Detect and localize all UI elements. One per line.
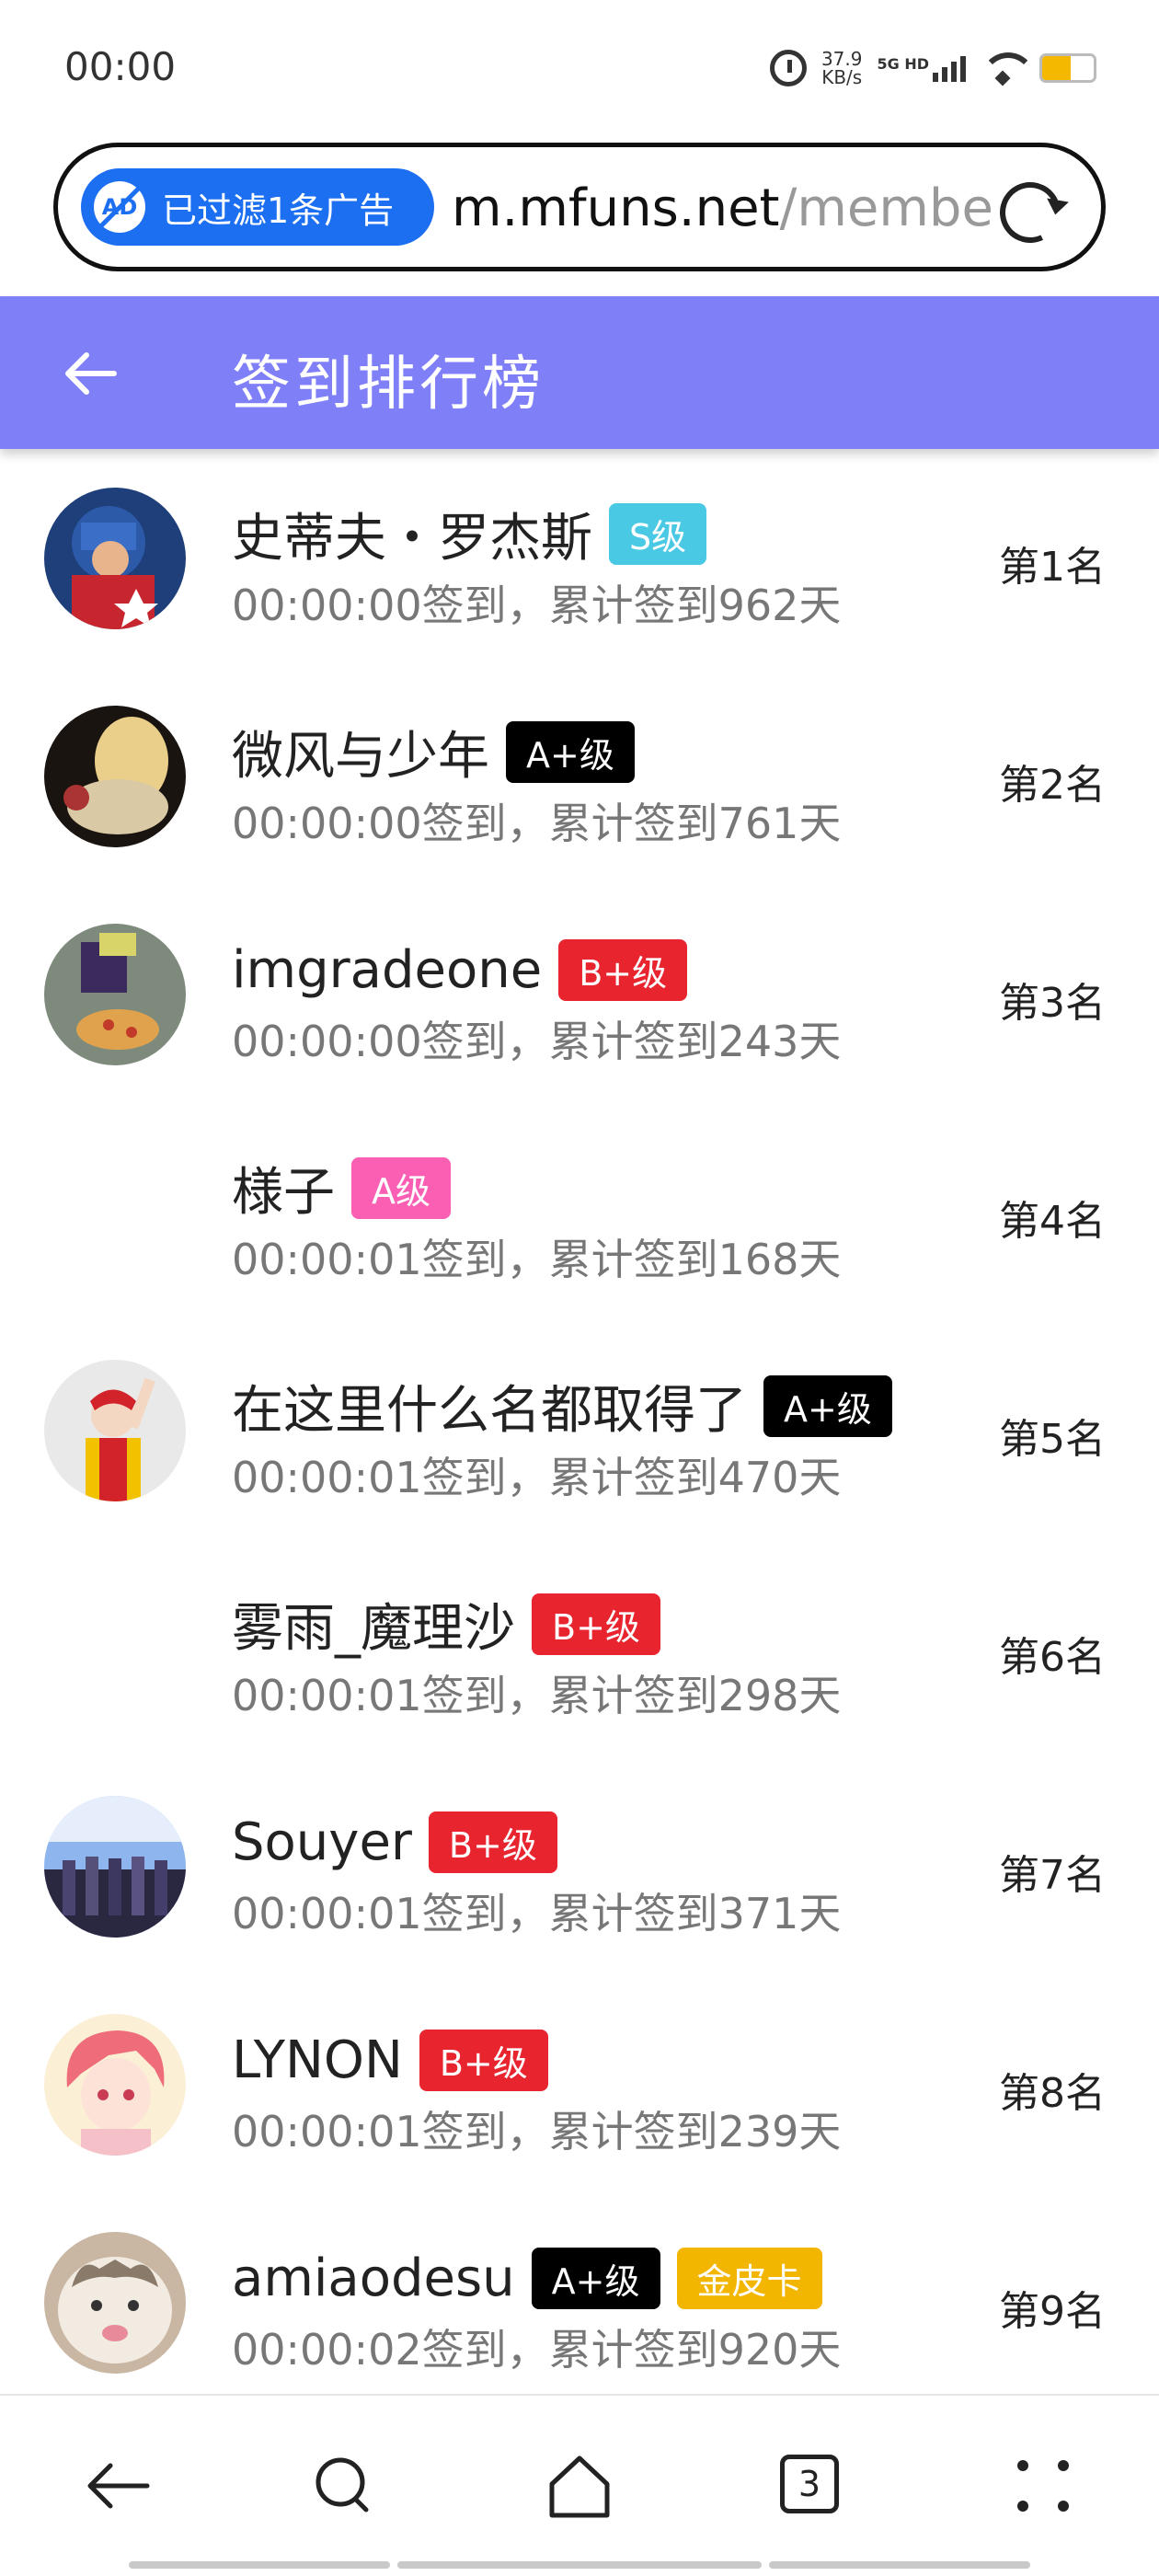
ranking-row[interactable]: 史蒂夫・罗杰斯 S级 00:00:00签到，累计签到962天 第1名 — [0, 451, 1159, 669]
ranking-row[interactable]: 微风与少年 A+级 00:00:00签到，累计签到761天 第2名 — [0, 669, 1159, 887]
net-speed-unit: KB/s — [821, 66, 863, 88]
user-name[interactable]: 様子 — [232, 1151, 335, 1225]
name-line: 様子 A级 — [232, 1151, 451, 1225]
level-badge: S级 — [609, 502, 707, 565]
checkin-info: 00:00:01签到，累计签到298天 — [232, 1671, 842, 1720]
level-badge: B+级 — [428, 1811, 557, 1873]
rank-label: 第6名 — [999, 1634, 1106, 1681]
back-icon[interactable] — [81, 2449, 155, 2523]
ad-block-icon: AD — [94, 181, 145, 233]
status-icons: 37.9 KB/s 5G HD — [769, 50, 1096, 86]
browser-bottom-nav: 3 — [0, 2394, 1159, 2576]
level-badge: B+级 — [558, 938, 688, 1001]
status-bar: 00:00 37.9 KB/s 5G HD — [0, 0, 1159, 138]
level-badge: B+级 — [532, 1593, 660, 1655]
ranking-row[interactable]: Souyer B+级 00:00:01签到，累计签到371天 第7名 — [0, 1759, 1159, 1977]
user-name[interactable]: 微风与少年 — [232, 715, 489, 789]
signal-icon — [933, 54, 966, 82]
avatar[interactable] — [44, 1796, 186, 1938]
ranking-row[interactable]: LYNON B+级 00:00:01签到，累计签到239天 第8名 — [0, 1977, 1159, 2195]
tabs-icon[interactable]: 3 — [775, 2449, 848, 2523]
checkin-info: 00:00:01签到，累计签到239天 — [232, 2107, 842, 2156]
checkin-info: 00:00:00签到，累计签到962天 — [232, 581, 842, 630]
level-badge: A+级 — [506, 720, 635, 783]
user-name[interactable]: imgradeone — [232, 940, 542, 1000]
avatar[interactable] — [44, 1360, 186, 1501]
wifi-icon — [981, 52, 1036, 84]
name-line: 史蒂夫・罗杰斯 S级 — [232, 497, 707, 571]
level-badge: B+级 — [419, 2029, 548, 2091]
ranking-row[interactable]: amiaodesu A+级 金皮卡 00:00:02签到，累计签到920天 第9… — [0, 2195, 1159, 2413]
search-icon[interactable] — [307, 2449, 381, 2523]
rank-label: 第3名 — [999, 980, 1106, 1027]
checkin-info: 00:00:00签到，累计签到761天 — [232, 799, 842, 848]
level-badge: A+级 — [531, 2247, 660, 2309]
checkin-info: 00:00:02签到，累计签到920天 — [232, 2325, 842, 2375]
ranking-row[interactable]: 雾雨_魔理沙 B+级 00:00:01签到，累计签到298天 第6名 — [0, 1541, 1159, 1759]
gesture-bar — [397, 2561, 762, 2569]
user-name[interactable]: amiaodesu — [232, 2248, 515, 2308]
ad-filter-text: 已过滤1条广告 — [162, 190, 395, 231]
name-line: amiaodesu A+级 金皮卡 — [232, 2241, 822, 2315]
name-line: 微风与少年 A+级 — [232, 715, 635, 788]
address-bar[interactable]: AD 已过滤1条广告 m.mfuns.net/membe — [53, 143, 1106, 271]
name-line: LYNON B+级 — [232, 2023, 548, 2097]
status-time: 00:00 — [64, 44, 177, 89]
rank-label: 第8名 — [999, 2070, 1106, 2117]
level-badge: A+级 — [763, 1374, 892, 1437]
name-line: 在这里什么名都取得了 A+级 — [232, 1369, 892, 1443]
rank-label: 第7名 — [999, 1852, 1106, 1899]
battery-icon — [1039, 53, 1096, 83]
avatar[interactable] — [44, 488, 186, 629]
gold-card-badge: 金皮卡 — [676, 2247, 822, 2309]
battery-level — [1042, 56, 1071, 80]
net-speed-value: 37.9 — [820, 48, 863, 70]
checkin-info: 00:00:00签到，累计签到243天 — [232, 1017, 842, 1066]
ranking-row[interactable]: 在这里什么名都取得了 A+级 00:00:01签到，累计签到470天 第5名 — [0, 1323, 1159, 1541]
url-path: /membe — [779, 178, 993, 238]
net-speed: 37.9 KB/s — [821, 50, 863, 86]
user-name[interactable]: 在这里什么名都取得了 — [232, 1369, 747, 1443]
page-header: 签到排行榜 — [0, 296, 1159, 449]
rank-label: 第1名 — [999, 544, 1106, 591]
gesture-bar — [769, 2561, 1030, 2569]
menu-icon[interactable] — [1006, 2449, 1080, 2523]
level-badge: A级 — [351, 1156, 451, 1219]
page-title: 签到排行榜 — [232, 351, 545, 419]
ranking-list: 史蒂夫・罗杰斯 S级 00:00:00签到，累计签到962天 第1名 微风与少年… — [0, 451, 1159, 2413]
user-name[interactable]: 史蒂夫・罗杰斯 — [232, 497, 592, 571]
alarm-icon — [769, 50, 807, 86]
avatar[interactable] — [44, 2014, 186, 2156]
ranking-row[interactable]: 様子 A级 00:00:01签到，累计签到168天 第4名 — [0, 1105, 1159, 1323]
checkin-info: 00:00:01签到，累计签到470天 — [232, 1453, 842, 1502]
user-name[interactable]: 雾雨_魔理沙 — [232, 1587, 515, 1662]
avatar[interactable] — [44, 706, 186, 847]
rank-label: 第9名 — [999, 2288, 1106, 2335]
rank-label: 第2名 — [999, 762, 1106, 809]
avatar[interactable] — [44, 924, 186, 1065]
avatar[interactable] — [44, 2232, 186, 2374]
network-type: 5G HD — [877, 55, 929, 73]
name-line: imgradeone B+级 — [232, 933, 688, 1006]
name-line: Souyer B+级 — [232, 1805, 557, 1879]
ranking-row[interactable]: imgradeone B+级 00:00:00签到，累计签到243天 第3名 — [0, 887, 1159, 1105]
home-icon[interactable] — [543, 2449, 616, 2523]
name-line: 雾雨_魔理沙 B+级 — [232, 1587, 660, 1661]
user-name[interactable]: LYNON — [232, 2030, 403, 2090]
ad-icon-text: AD — [101, 194, 138, 220]
back-arrow-icon[interactable] — [61, 344, 120, 403]
ad-filter-pill[interactable]: AD 已过滤1条广告 — [81, 168, 434, 246]
checkin-info: 00:00:01签到，累计签到168天 — [232, 1235, 842, 1284]
url-host: m.mfuns.net — [452, 178, 780, 238]
gesture-bar — [129, 2561, 390, 2569]
tab-count: 3 — [780, 2455, 839, 2513]
rank-label: 第5名 — [999, 1416, 1106, 1463]
rank-label: 第4名 — [999, 1198, 1106, 1245]
user-name[interactable]: Souyer — [232, 1812, 412, 1872]
checkin-info: 00:00:01签到，累计签到371天 — [232, 1889, 842, 1938]
url-text[interactable]: m.mfuns.net/membe — [452, 177, 1013, 241]
